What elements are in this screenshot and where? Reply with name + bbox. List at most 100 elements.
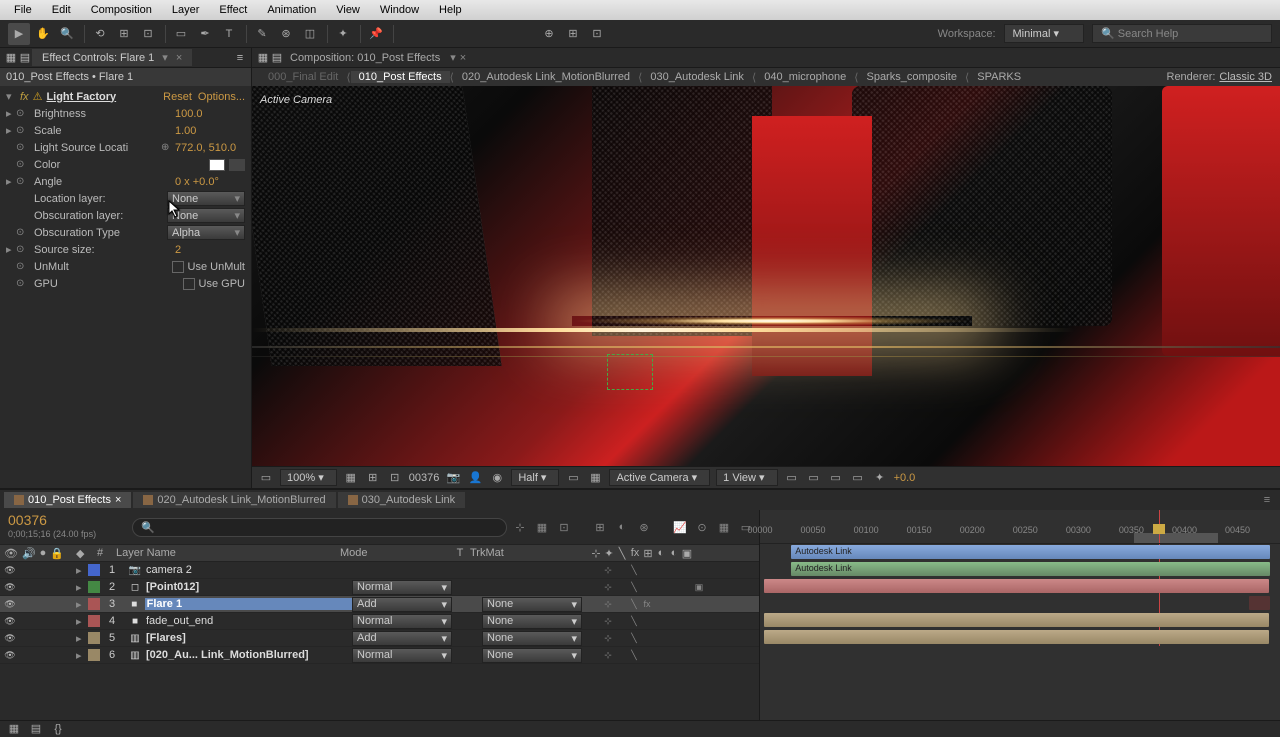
quality-switch[interactable]: ╲ (628, 615, 640, 627)
timeline-layer-row[interactable]: 👁 ▸ 2 ◻[Point012] Normal▾ ⊹ ╲ ▣ (0, 579, 759, 596)
3d-switch[interactable] (693, 564, 705, 576)
blend-mode-select[interactable]: Add▾ (352, 597, 452, 612)
layer-bar[interactable]: Autodesk Link (791, 545, 1269, 559)
adjustment-switch[interactable] (680, 615, 692, 627)
shy-icon[interactable]: ⊡ (555, 518, 573, 536)
shy-switch-icon[interactable]: ⊹ (590, 547, 602, 560)
frame-blend-switch[interactable] (654, 649, 666, 661)
eye-column-icon[interactable]: 👁 (4, 547, 18, 560)
timeline-tracks[interactable]: Autodesk LinkAutodesk Link (760, 544, 1280, 720)
shy-switch[interactable]: ⊹ (602, 581, 614, 593)
renderer-value[interactable]: Classic 3D (1219, 71, 1272, 83)
timeline-layer-row[interactable]: 👁 ▸ 5 ▥[Flares] Add▾ None▾ ⊹ ╲ (0, 630, 759, 647)
motion-blur-icon[interactable]: ◐ (613, 518, 631, 536)
visibility-toggle[interactable]: 👁 (4, 581, 16, 593)
layer-twirl-icon[interactable]: ▸ (76, 632, 86, 645)
effect-twirl-icon[interactable]: ▾ (6, 90, 16, 103)
layer-bar[interactable] (764, 613, 1268, 627)
collapse-switch[interactable] (615, 615, 627, 627)
visibility-toggle[interactable]: 👁 (4, 649, 16, 661)
views-select[interactable]: 1 View ▾ (716, 469, 777, 486)
mode-column[interactable]: Mode (340, 547, 450, 559)
resolution-select[interactable]: Half ▾ (511, 469, 559, 486)
adjustment-switch[interactable] (680, 649, 692, 661)
number-column[interactable]: # (90, 547, 110, 559)
trkmat-select[interactable]: None▾ (482, 631, 582, 646)
timeline-tab[interactable]: 010_Post Effects× (4, 492, 131, 508)
collapse-switch[interactable] (615, 598, 627, 610)
blend-mode-select[interactable]: Normal▾ (352, 648, 452, 663)
panel-menu-icon[interactable]: ≡ (1258, 491, 1276, 509)
gpu-checkbox[interactable] (183, 278, 195, 290)
adjustment-switch[interactable] (680, 632, 692, 644)
composition-panel-icon[interactable]: ▤ (18, 51, 32, 65)
visibility-toggle[interactable]: 👁 (4, 632, 16, 644)
timeline-ruler[interactable]: 0000000050001000015000200002500030000350… (760, 510, 1280, 544)
frame-blend-icon[interactable]: ⊞ (591, 518, 609, 536)
layer-color-swatch[interactable] (88, 564, 100, 576)
fx-icon[interactable]: fx (20, 91, 29, 103)
layer-name[interactable]: 📷camera 2 (122, 564, 352, 576)
roto-brush-tool-icon[interactable]: ✦ (332, 23, 354, 45)
exposure-value[interactable]: +0.0 (894, 472, 916, 484)
stopwatch-icon[interactable]: ⊙ (16, 142, 30, 153)
prop-scale-value[interactable]: 1.00 (175, 125, 245, 137)
quality-switch[interactable]: ╲ (628, 581, 640, 593)
comp-icon[interactable]: ▦ (256, 51, 270, 65)
3d-switch[interactable] (693, 649, 705, 661)
motion-blur-switch[interactable] (667, 564, 679, 576)
reset-exposure-icon[interactable]: ✦ (872, 470, 888, 486)
pan-behind-tool-icon[interactable]: ⊡ (137, 23, 159, 45)
3d-switch-icon[interactable]: ▣ (681, 547, 693, 560)
layer-color-swatch[interactable] (88, 632, 100, 644)
quality-switch-icon[interactable]: ╲ (616, 547, 628, 560)
current-frame-display[interactable]: 00376 (8, 512, 120, 528)
breadcrumb-item[interactable]: 020_Autodesk Link_MotionBlurred (454, 71, 638, 83)
obscuration-layer-select[interactable]: None▾ (167, 208, 245, 223)
twirl-icon[interactable]: ▸ (6, 124, 16, 137)
menu-help[interactable]: Help (429, 4, 472, 16)
workspace-select[interactable]: Minimal ▾ (1004, 24, 1084, 43)
layer-twirl-icon[interactable]: ▸ (76, 564, 86, 577)
eyedropper-icon[interactable] (229, 159, 245, 171)
frame-blend-switch[interactable] (654, 598, 666, 610)
safe-zones-icon[interactable]: ⊞ (365, 470, 381, 486)
show-snapshot-icon[interactable]: 👤 (467, 470, 483, 486)
breadcrumb-item[interactable]: 030_Autodesk Link (642, 71, 752, 83)
magnification-icon[interactable]: ▭ (258, 470, 274, 486)
solo-column-icon[interactable]: ● (40, 547, 47, 560)
crosshair-icon[interactable]: ⊕ (161, 142, 175, 153)
breadcrumb-item[interactable]: 010_Post Effects (351, 71, 450, 83)
toggle-switches-icon[interactable]: ▦ (6, 721, 22, 737)
layer-name[interactable]: ■fade_out_end (122, 615, 352, 627)
timeline-search-input[interactable]: 🔍 (132, 518, 507, 537)
zoom-tool-icon[interactable]: 🔍 (56, 23, 78, 45)
layer-bar[interactable] (1249, 596, 1270, 610)
3d-switch[interactable] (693, 615, 705, 627)
frame-blend-switch[interactable] (654, 564, 666, 576)
fast-preview-icon[interactable]: ▭ (806, 470, 822, 486)
close-icon[interactable]: × (460, 52, 466, 64)
menu-file[interactable]: File (4, 4, 42, 16)
layer-name[interactable]: ■Flare 1 (122, 598, 352, 610)
snap-icon[interactable]: ⊕ (538, 23, 560, 45)
layer-twirl-icon[interactable]: ▸ (76, 581, 86, 594)
stopwatch-icon[interactable]: ⊙ (16, 108, 30, 119)
layer-name[interactable]: ◻[Point012] (122, 581, 352, 593)
prop-light-source-value[interactable]: 772.0, 510.0 (175, 142, 245, 154)
adjustment-switch[interactable] (680, 581, 692, 593)
stopwatch-icon[interactable]: ⊙ (16, 261, 30, 272)
hand-tool-icon[interactable]: ✋ (32, 23, 54, 45)
layer-twirl-icon[interactable]: ▸ (76, 649, 86, 662)
quality-switch[interactable]: ╲ (628, 632, 640, 644)
fx-switch-icon[interactable]: fx (629, 547, 641, 560)
channel-icon[interactable]: ◉ (489, 470, 505, 486)
stopwatch-icon[interactable]: ⊙ (16, 278, 30, 289)
footage-icon[interactable]: ▤ (270, 51, 284, 65)
layer-color-swatch[interactable] (88, 581, 100, 593)
brackets-icon[interactable]: {} (50, 721, 66, 737)
options-button[interactable]: Options... (198, 91, 245, 103)
adjustment-switch[interactable] (680, 598, 692, 610)
composition-tab[interactable]: Composition: 010_Post Effects (284, 50, 446, 66)
adjustment-switch[interactable] (680, 564, 692, 576)
